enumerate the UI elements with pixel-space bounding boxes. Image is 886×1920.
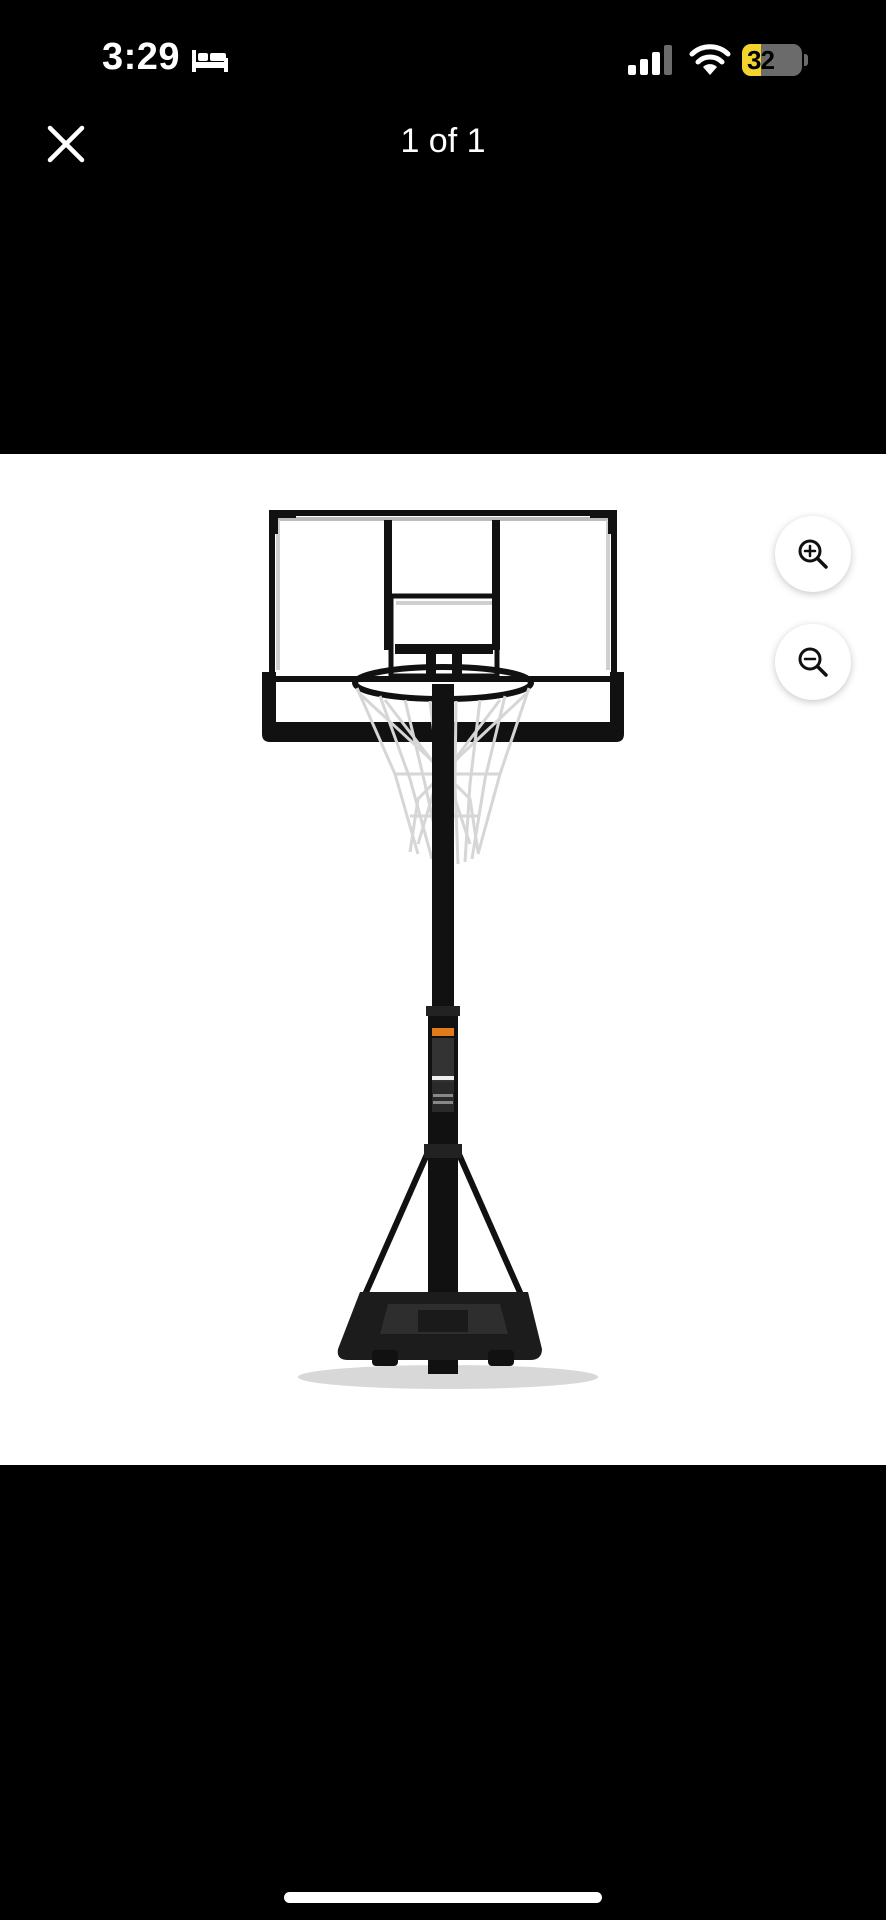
battery-percent: 32 — [747, 45, 775, 75]
home-indicator[interactable] — [284, 1892, 602, 1903]
zoom-in-button[interactable] — [775, 516, 851, 592]
signal-icon — [628, 45, 672, 75]
bed-icon — [192, 50, 228, 72]
battery-icon: 32 — [742, 44, 808, 76]
wifi-icon — [689, 44, 731, 75]
zoom-out-icon — [798, 647, 828, 677]
zoom-in-icon — [798, 539, 828, 569]
status-time: 3:29 — [102, 36, 181, 78]
basketball-hoop-image — [262, 510, 624, 1389]
image-counter: 1 of 1 — [400, 122, 486, 160]
image-panel[interactable] — [0, 454, 886, 1465]
status-bar: 3:29 32 — [0, 0, 886, 120]
zoom-out-button[interactable] — [775, 624, 851, 700]
